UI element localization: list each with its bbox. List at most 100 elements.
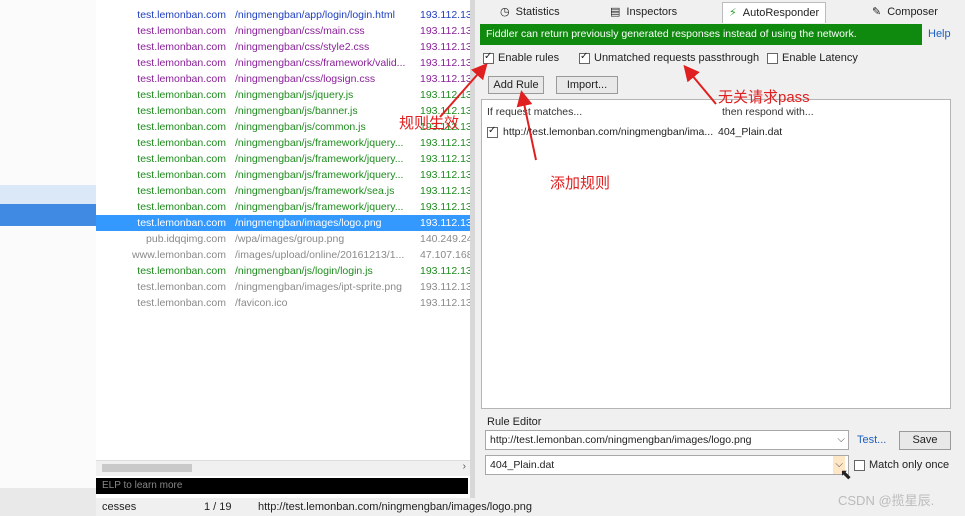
session-row[interactable]: test.lemonban.com/ningmengban/css/logsig… xyxy=(96,71,470,87)
session-url: /ningmengban/css/logsign.css xyxy=(235,73,376,85)
test-link[interactable]: Test... xyxy=(857,434,886,446)
watermark: CSDN @揽星辰. xyxy=(838,493,935,508)
horizontal-scrollbar[interactable]: › xyxy=(96,460,470,476)
rule-match: http://test.lemonban.com/ningmengban/ima… xyxy=(503,126,714,138)
import-button[interactable]: Import... xyxy=(556,76,618,94)
session-row[interactable]: test.lemonban.com/ningmengban/js/framewo… xyxy=(96,199,470,215)
match-url-field[interactable]: http://test.lemonban.com/ningmengban/ima… xyxy=(485,430,849,450)
session-ip: 193.112.13 xyxy=(420,185,470,197)
inspect-icon: ▤ xyxy=(610,6,621,18)
session-host: test.lemonban.com xyxy=(137,281,226,293)
session-url: /ningmengban/js/common.js xyxy=(235,121,366,133)
quickexec-text: ELP to learn more xyxy=(102,480,183,491)
session-url: /ningmengban/js/framework/jquery... xyxy=(235,201,404,213)
tab-inspectors[interactable]: ▤ Inspectors xyxy=(610,2,677,22)
session-ip: 193.112.13 xyxy=(420,281,470,293)
session-ip: 193.112.13 xyxy=(420,9,470,21)
session-row[interactable]: test.lemonban.com/favicon.ico 193.112.13 xyxy=(96,295,470,311)
status-bar: cesses 1 / 19 http://test.lemonban.com/n… xyxy=(96,498,965,516)
help-link[interactable]: Help xyxy=(928,28,951,40)
session-row[interactable]: test.lemonban.com/ningmengban/js/framewo… xyxy=(96,183,470,199)
unmatched-passthrough-checkbox[interactable]: Unmatched requests passthrough xyxy=(579,51,760,64)
rule-respond: 404_Plain.dat xyxy=(718,126,783,138)
session-host: test.lemonban.com xyxy=(137,137,226,149)
session-url: /ningmengban/js/framework/jquery... xyxy=(235,137,404,149)
session-row[interactable]: test.lemonban.com/ningmengban/images/ipt… xyxy=(96,279,470,295)
session-row[interactable]: test.lemonban.com/ningmengban/css/main.c… xyxy=(96,23,470,39)
session-row[interactable]: test.lemonban.com/ningmengban/images/log… xyxy=(96,215,470,231)
session-host: test.lemonban.com xyxy=(137,265,226,277)
session-host: test.lemonban.com xyxy=(137,185,226,197)
scroll-right-icon[interactable]: › xyxy=(463,461,466,472)
session-row[interactable]: www.lemonban.com/images/upload/online/20… xyxy=(96,247,470,263)
session-row[interactable]: pub.idqqimg.com/wpa/images/group.png 140.… xyxy=(96,231,470,247)
session-ip: 193.112.13 xyxy=(420,89,470,101)
tab-statistics[interactable]: ◷ Statistics xyxy=(500,2,560,22)
session-url: /images/upload/online/20161213/1... xyxy=(235,249,405,261)
left-blur-footer xyxy=(0,488,96,516)
session-row[interactable]: test.lemonban.com/ningmengban/app/login/… xyxy=(96,7,470,23)
session-url: /ningmengban/css/main.css xyxy=(235,25,365,37)
enable-rules-check[interactable] xyxy=(483,51,494,64)
rules-list[interactable]: If request matches... then respond with.… xyxy=(481,99,951,409)
match-once-check[interactable] xyxy=(854,459,865,471)
session-ip: 193.112.13 xyxy=(420,137,470,149)
left-blur-strip xyxy=(0,0,96,516)
respond-value: 404_Plain.dat xyxy=(490,459,555,471)
enable-latency-label: Enable Latency xyxy=(782,52,858,64)
session-host: test.lemonban.com xyxy=(137,9,226,21)
enable-rules-checkbox[interactable]: Enable rules xyxy=(483,51,559,64)
banner-text: Fiddler can return previously generated … xyxy=(486,28,857,40)
rules-header-match: If request matches... xyxy=(487,106,583,118)
tab-composer[interactable]: ✎ Composer xyxy=(872,2,938,22)
session-url: /ningmengban/css/style2.css xyxy=(235,41,370,53)
session-host: test.lemonban.com xyxy=(137,57,226,69)
respond-field[interactable]: 404_Plain.dat ⌵ xyxy=(485,455,849,475)
session-host: test.lemonban.com xyxy=(137,121,226,133)
session-row[interactable]: test.lemonban.com/ningmengban/css/style2… xyxy=(96,39,470,55)
session-url: /ningmengban/js/jquery.js xyxy=(235,89,354,101)
tab-autoresponder[interactable]: ⚡ AutoResponder xyxy=(722,2,827,23)
add-rule-button[interactable]: Add Rule xyxy=(488,76,544,94)
session-row[interactable]: test.lemonban.com/ningmengban/js/framewo… xyxy=(96,151,470,167)
annotation-unrelated-pass: 无关请求pass xyxy=(718,89,810,106)
session-row[interactable]: test.lemonban.com/ningmengban/js/framewo… xyxy=(96,135,470,151)
match-once-checkbox[interactable]: Match only once xyxy=(854,459,949,471)
lightning-icon: ⚡ xyxy=(729,7,737,19)
session-ip: 193.112.13 xyxy=(420,297,470,309)
session-host: www.lemonban.com xyxy=(132,249,226,261)
chevron-down-icon[interactable]: ⌵ xyxy=(837,431,845,449)
session-url: /ningmengban/images/logo.png xyxy=(235,217,382,229)
unmatched-passthrough-label: Unmatched requests passthrough xyxy=(594,52,760,64)
stopwatch-icon: ◷ xyxy=(500,6,510,18)
save-button[interactable]: Save xyxy=(899,431,951,450)
session-host: test.lemonban.com xyxy=(137,153,226,165)
match-url-value: http://test.lemonban.com/ningmengban/ima… xyxy=(490,434,752,446)
session-host: test.lemonban.com xyxy=(137,89,226,101)
unmatched-passthrough-check[interactable] xyxy=(579,51,590,64)
session-row[interactable]: test.lemonban.com/ningmengban/js/framewo… xyxy=(96,167,470,183)
session-list[interactable]: test.lemonban.com/ningmengban/app/login/… xyxy=(96,0,470,478)
session-host: test.lemonban.com xyxy=(137,169,226,181)
quickexec-bar[interactable]: ELP to learn more xyxy=(96,478,468,494)
rule-row[interactable]: http://test.lemonban.com/ningmengban/ima… xyxy=(487,125,783,138)
session-url: /ningmengban/app/login/login.html xyxy=(235,9,395,21)
rule-enabled-check[interactable] xyxy=(487,125,498,138)
session-url: /ningmengban/js/banner.js xyxy=(235,105,358,117)
rule-editor-label: Rule Editor xyxy=(487,416,542,428)
session-url: /wpa/images/group.png xyxy=(235,233,345,245)
session-url: /ningmengban/js/login/login.js xyxy=(235,265,373,277)
session-url: /ningmengban/js/framework/jquery... xyxy=(235,169,404,181)
session-host: test.lemonban.com xyxy=(137,25,226,37)
session-row[interactable]: test.lemonban.com/ningmengban/css/framew… xyxy=(96,55,470,71)
rules-header-respond: then respond with... xyxy=(722,106,814,118)
session-ip: 193.112.13 xyxy=(420,201,470,213)
session-row[interactable]: test.lemonban.com/ningmengban/js/login/l… xyxy=(96,263,470,279)
session-row[interactable]: test.lemonban.com/ningmengban/js/jquery.… xyxy=(96,87,470,103)
scrollbar-thumb[interactable] xyxy=(102,464,192,472)
enable-latency-check[interactable] xyxy=(767,52,778,64)
enable-latency-checkbox[interactable]: Enable Latency xyxy=(767,52,858,64)
session-ip: 140.249.24 xyxy=(420,233,470,245)
session-url: /ningmengban/images/ipt-sprite.png xyxy=(235,281,402,293)
session-url: /ningmengban/css/framework/valid... xyxy=(235,57,406,69)
